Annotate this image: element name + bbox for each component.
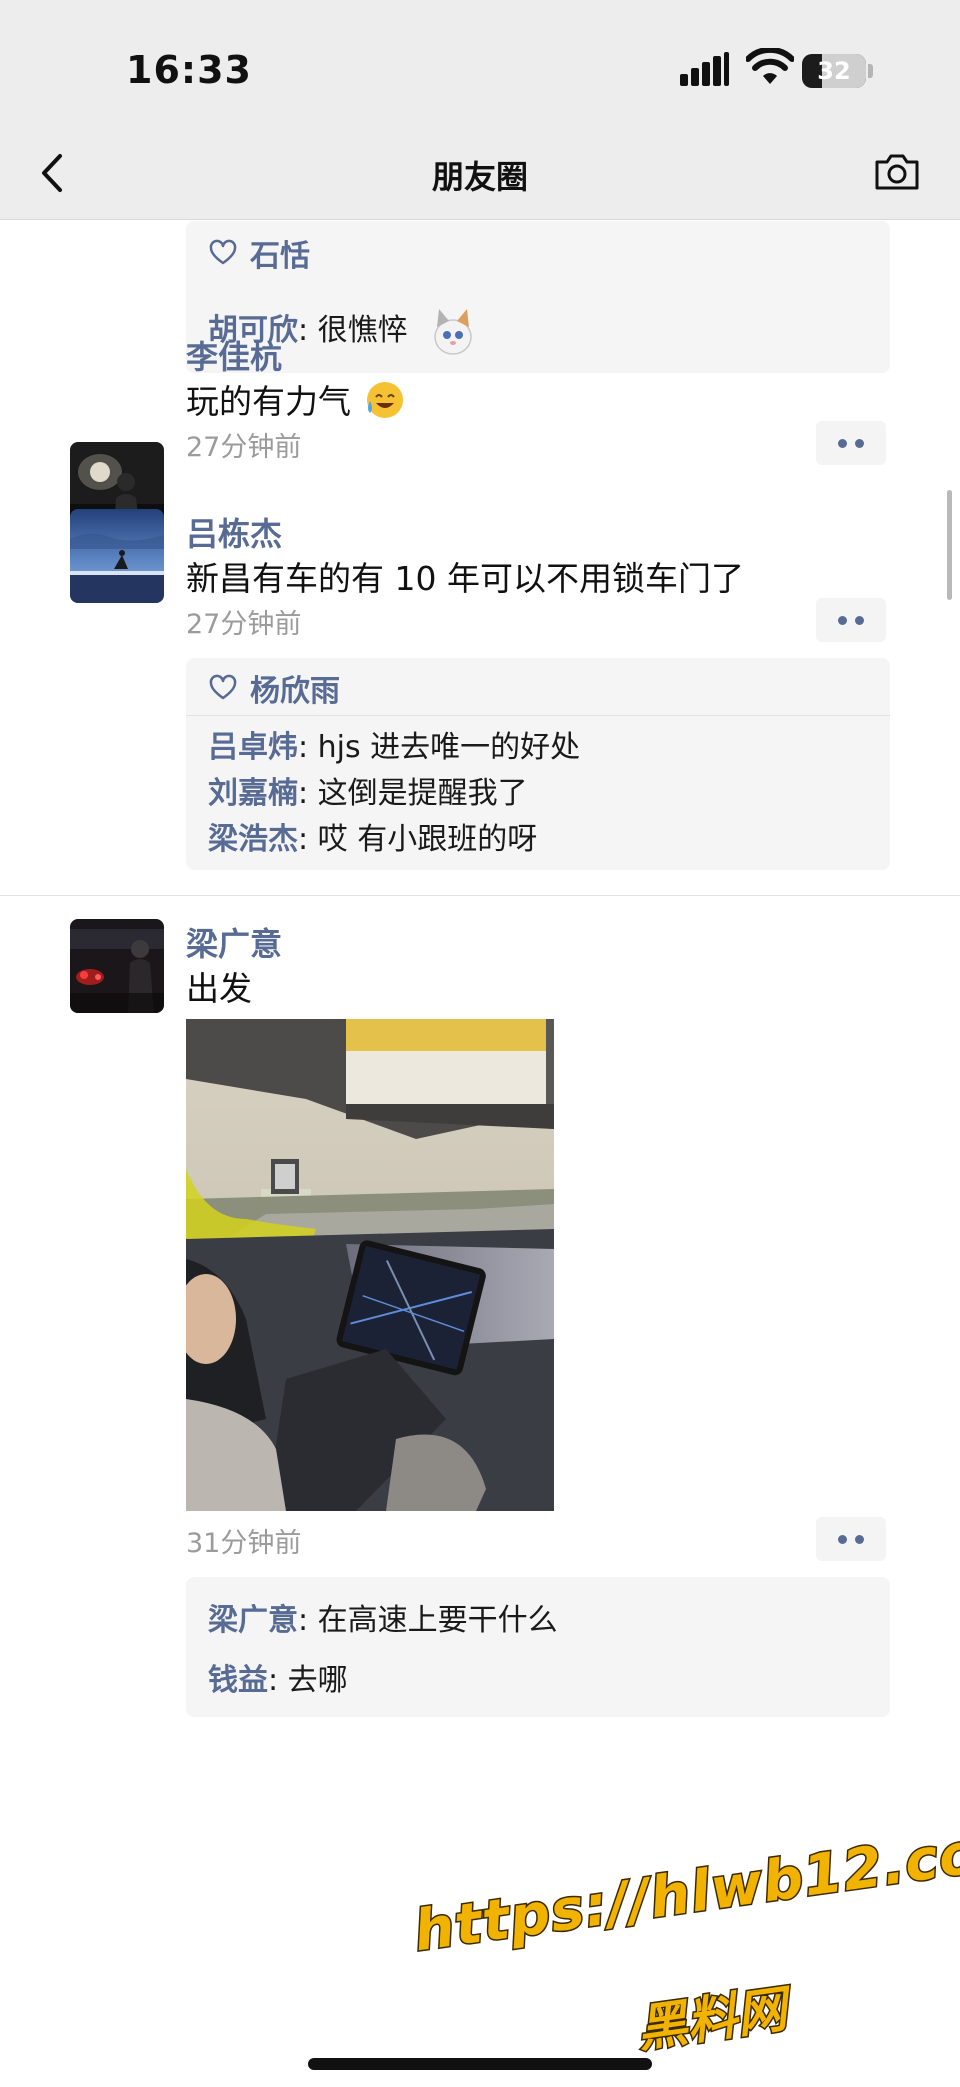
comment-author[interactable]: 刘嘉楠	[208, 776, 298, 811]
comment-text: 这倒是提醒我了	[317, 776, 528, 811]
page-title: 朋友圈	[431, 158, 528, 196]
post-time: 27分钟前	[186, 609, 302, 640]
heart-icon	[209, 239, 237, 265]
watermark-url: https://hlwb12.com	[409, 1811, 960, 1966]
post-text: 新昌有车的有 10 年可以不用锁车门了	[186, 559, 744, 598]
comment-text: 很憔悴	[317, 313, 408, 348]
comment-box: 石恬 胡可欣: 很憔悴	[186, 221, 890, 373]
like-row: 杨欣雨	[208, 666, 340, 710]
battery-cap	[868, 64, 873, 78]
post-time: 27分钟前	[186, 432, 302, 463]
comment-box: 梁广意: 在高速上要干什么 钱益: 去哪	[186, 1577, 890, 1717]
post-author[interactable]: 梁广意	[186, 919, 282, 965]
comment-item[interactable]: 梁浩杰: 哎 有小跟班的呀	[208, 820, 537, 860]
comment-text: 哎 有小跟班的呀	[317, 822, 538, 857]
comment-author[interactable]: 吕卓炜	[208, 730, 298, 765]
comment-author[interactable]: 梁浩杰	[208, 822, 298, 857]
post-author[interactable]: 李佳杭	[186, 332, 282, 378]
more-actions-button[interactable]	[816, 1517, 886, 1561]
status-time: 16:33	[126, 48, 252, 92]
comment-author[interactable]: 梁广意	[208, 1603, 298, 1638]
laughing-tears-emoji-icon	[366, 382, 403, 418]
camera-icon[interactable]	[872, 150, 922, 194]
more-actions-button[interactable]	[816, 421, 886, 465]
cat-sticker-icon	[434, 309, 472, 355]
like-row: 石恬	[208, 231, 310, 275]
more-actions-button[interactable]	[816, 598, 886, 642]
avatar[interactable]	[70, 919, 164, 1013]
comment-item[interactable]: 钱益: 去哪	[208, 1661, 348, 1701]
watermark-site-name: 黑料网	[632, 1979, 792, 2060]
cellular-signal-icon	[680, 52, 730, 86]
divider	[186, 715, 890, 716]
post-text: 出发	[186, 969, 252, 1008]
post-author[interactable]: 吕栋杰	[186, 509, 282, 555]
comment-item[interactable]: 梁广意: 在高速上要干什么	[208, 1601, 558, 1641]
avatar[interactable]	[70, 509, 164, 603]
battery-icon: 32	[802, 54, 866, 88]
post-separator	[0, 895, 960, 896]
like-user-name[interactable]: 石恬	[250, 231, 310, 275]
post-photo[interactable]	[186, 1019, 554, 1511]
comment-item[interactable]: 刘嘉楠: 这倒是提醒我了	[208, 774, 528, 814]
comment-box: 杨欣雨 吕卓炜: hjs 进去唯一的好处 刘嘉楠: 这倒是提醒我了 梁浩杰: 哎…	[186, 658, 890, 870]
battery-level: 32	[817, 57, 851, 85]
comment-item[interactable]: 吕卓炜: hjs 进去唯一的好处	[208, 728, 580, 768]
comment-author[interactable]: 钱益	[208, 1663, 268, 1698]
status-bar: 16:33 32	[0, 0, 960, 130]
like-user-name[interactable]: 杨欣雨	[250, 666, 340, 710]
home-indicator[interactable]	[308, 2058, 652, 2070]
scrollbar[interactable]	[947, 490, 952, 600]
nav-bar: 朋友圈	[0, 130, 960, 220]
post-text-content: 玩的有力气	[186, 382, 351, 421]
comment-text: hjs 进去唯一的好处	[317, 730, 581, 765]
heart-icon	[209, 674, 237, 700]
post-time: 31分钟前	[186, 1528, 302, 1559]
comment-text: 去哪	[287, 1663, 348, 1698]
comment-text: 在高速上要干什么	[317, 1603, 558, 1638]
wifi-icon	[746, 48, 794, 84]
post-text: 玩的有力气	[186, 375, 406, 423]
